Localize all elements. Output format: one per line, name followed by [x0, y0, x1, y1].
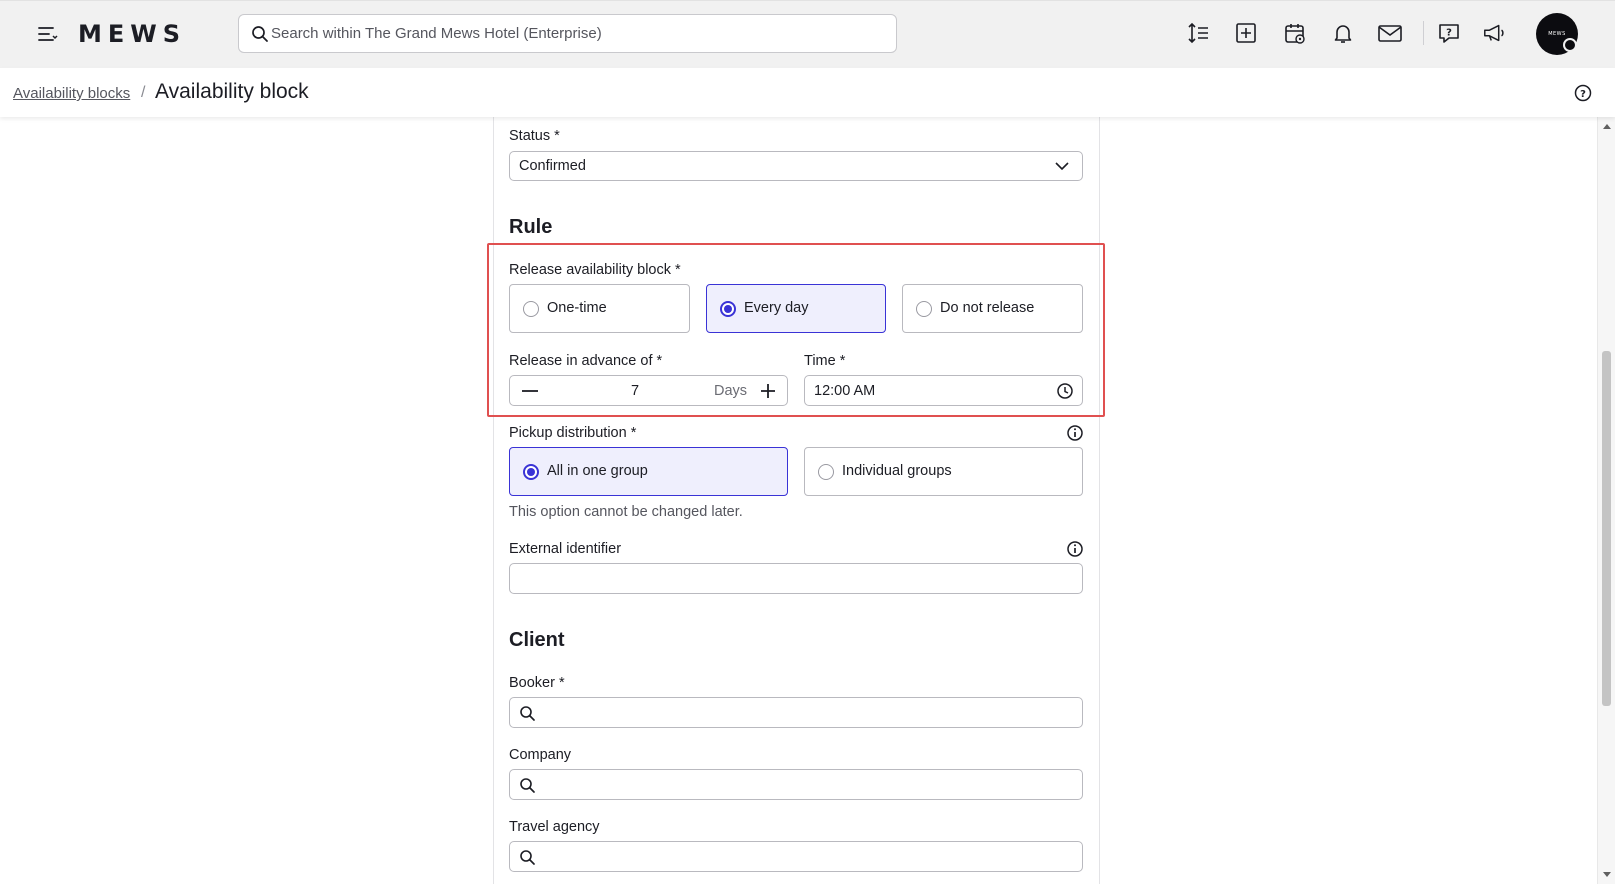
help-circle-icon[interactable]: ? — [1573, 83, 1593, 103]
time-input[interactable] — [814, 380, 1034, 402]
mews-logo[interactable]: MEWS — [78, 20, 186, 48]
scroll-down-arrow-icon[interactable] — [1602, 871, 1612, 879]
search-icon — [520, 850, 535, 865]
pickup-option-all-in-one-group[interactable]: All in one group — [509, 447, 788, 496]
radio-label: Do not release — [940, 300, 1035, 316]
status-label: Status * — [509, 128, 560, 144]
radio-label: All in one group — [547, 463, 648, 479]
time-label: Time * — [804, 353, 846, 369]
mail-icon[interactable] — [1377, 20, 1403, 46]
scroll-up-arrow-icon[interactable] — [1602, 122, 1612, 130]
advance-unit: Days — [714, 383, 748, 399]
pickup-option-individual-groups[interactable]: Individual groups — [804, 447, 1083, 496]
booker-label: Booker * — [509, 675, 565, 691]
rule-section-title: Rule — [509, 216, 553, 238]
calendar-view-icon[interactable] — [1282, 20, 1308, 46]
status-select[interactable]: Confirmed — [509, 151, 1083, 181]
radio-button[interactable] — [720, 301, 736, 317]
advance-label: Release in advance of * — [509, 353, 663, 369]
travel-agency-label: Travel agency — [509, 819, 600, 835]
status-value: Confirmed — [519, 158, 586, 174]
plus-icon[interactable] — [758, 381, 778, 401]
radio-button[interactable] — [523, 301, 539, 317]
minus-icon[interactable] — [520, 382, 540, 400]
radio-button[interactable] — [916, 301, 932, 317]
svg-text:?: ? — [1580, 89, 1586, 100]
booker-search-field[interactable] — [509, 697, 1083, 728]
global-search[interactable] — [238, 14, 897, 53]
company-label: Company — [509, 747, 572, 763]
pickup-label: Pickup distribution * — [509, 425, 637, 441]
pickup-hint: This option cannot be changed later. — [509, 504, 743, 520]
menu-icon[interactable] — [36, 23, 58, 45]
external-identifier-field[interactable] — [509, 563, 1083, 594]
chevron-down-icon — [1055, 162, 1069, 171]
time-field[interactable] — [804, 375, 1083, 406]
radio-button[interactable] — [818, 464, 834, 480]
company-input[interactable] — [542, 774, 1072, 796]
sort-lines-icon[interactable] — [1186, 20, 1212, 46]
radio-label: Individual groups — [842, 463, 952, 479]
company-search-field[interactable] — [509, 769, 1083, 800]
clock-icon[interactable] — [1056, 382, 1074, 400]
bell-icon[interactable] — [1330, 20, 1356, 46]
info-icon[interactable] — [1066, 540, 1084, 558]
advance-days-input[interactable] — [550, 380, 720, 402]
advance-stepper[interactable]: Days — [509, 375, 788, 406]
booker-input[interactable] — [542, 702, 1072, 724]
external-identifier-input[interactable] — [518, 568, 1073, 590]
help-chat-icon[interactable]: ? — [1436, 20, 1462, 46]
release-option-every-day[interactable]: Every day — [706, 284, 886, 333]
search-icon — [520, 706, 535, 721]
svg-text:?: ? — [1446, 28, 1452, 39]
travel-agency-search-field[interactable] — [509, 841, 1083, 872]
page-title: Availability block — [155, 80, 309, 103]
release-option-do-not-release[interactable]: Do not release — [902, 284, 1083, 333]
add-square-icon[interactable] — [1233, 20, 1259, 46]
radio-label: Every day — [744, 300, 809, 316]
radio-label: One-time — [547, 300, 607, 316]
radio-button[interactable] — [523, 464, 539, 480]
search-input[interactable] — [271, 16, 881, 51]
top-bar: MEWS Search within The Grand Mews Hotel … — [0, 0, 1615, 68]
toolbar-divider — [1423, 21, 1424, 45]
search-icon — [252, 26, 268, 42]
vertical-scrollbar[interactable] — [1597, 117, 1615, 884]
breadcrumb-link-availability-blocks[interactable]: Availability blocks — [13, 85, 130, 102]
breadcrumb: Availability blocks / Availability block… — [0, 68, 1615, 117]
breadcrumb-separator: / — [141, 84, 146, 101]
search-icon — [520, 778, 535, 793]
external-identifier-label: External identifier — [509, 541, 622, 557]
status-dot — [1563, 38, 1577, 52]
scrollbar-thumb[interactable] — [1602, 351, 1611, 706]
info-icon[interactable] — [1066, 424, 1084, 442]
megaphone-icon[interactable] — [1482, 20, 1508, 46]
travel-agency-input[interactable] — [542, 846, 1072, 868]
release-label: Release availability block * — [509, 262, 681, 278]
client-section-title: Client — [509, 629, 565, 651]
release-option-one-time[interactable]: One-time — [509, 284, 690, 333]
